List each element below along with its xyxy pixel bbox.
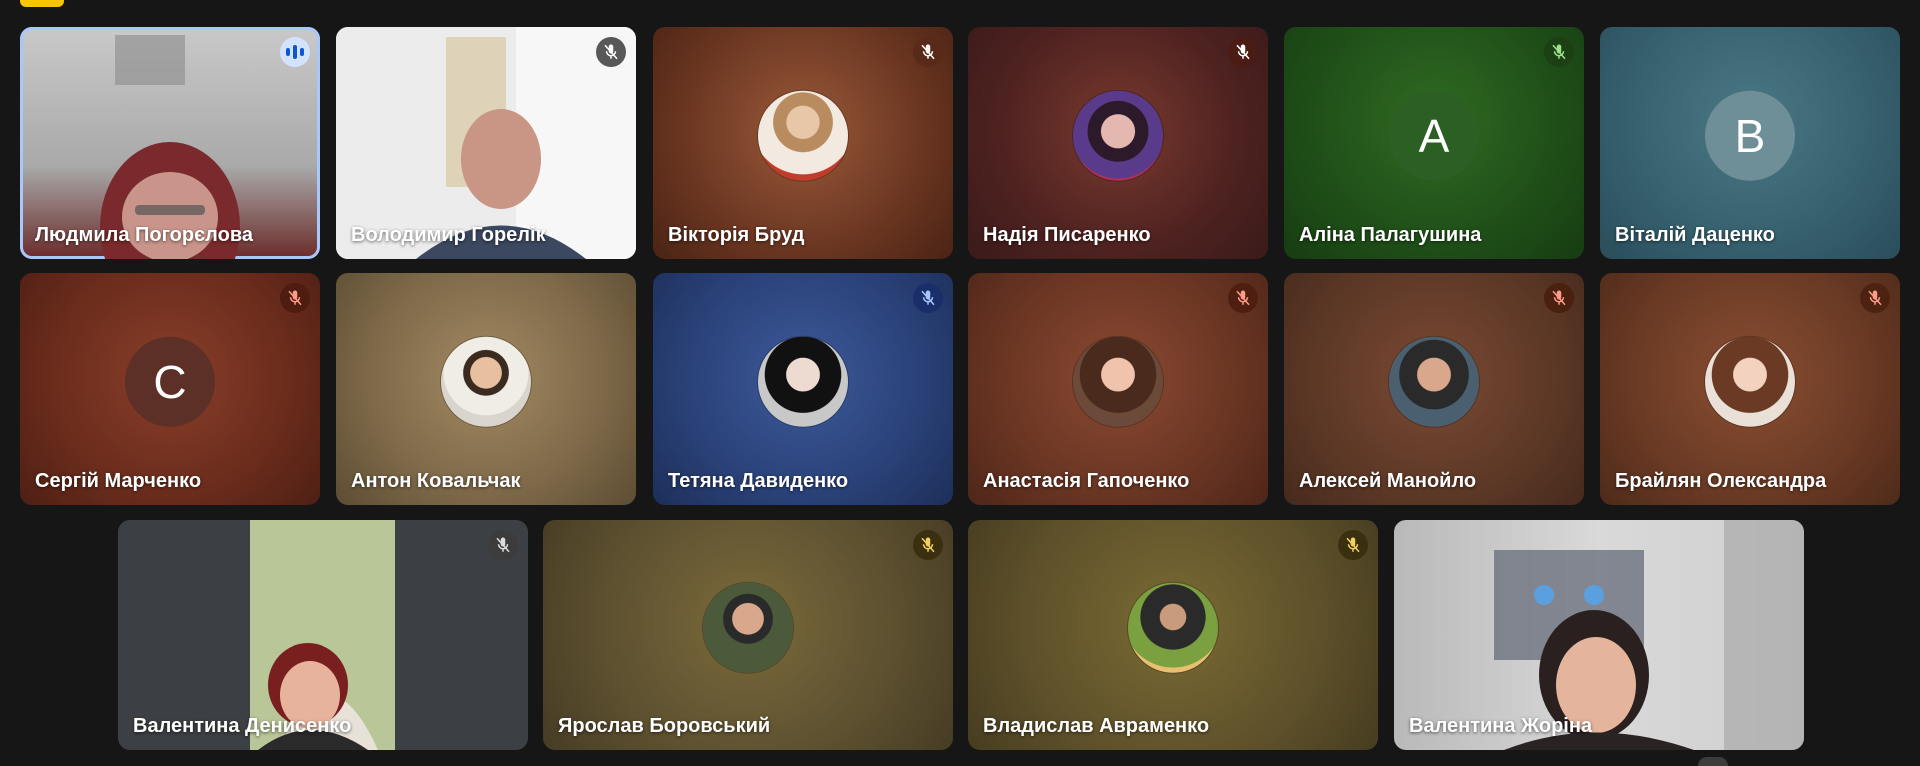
participant-name: Вікторія Бруд bbox=[668, 224, 805, 246]
initial-avatar: С bbox=[125, 336, 215, 427]
meeting-grid: Людмила Погорєлова Володимир Горелік Вік… bbox=[0, 0, 1920, 766]
initial-avatar: А bbox=[1389, 90, 1479, 181]
participant-name: Людмила Погорєлова bbox=[35, 224, 253, 246]
profile-photo-avatar bbox=[1073, 90, 1163, 181]
mic-muted-icon bbox=[1860, 283, 1890, 313]
mic-muted-icon bbox=[596, 37, 626, 67]
profile-photo-avatar bbox=[441, 336, 531, 427]
profile-photo-avatar bbox=[1389, 336, 1479, 427]
more-options-chip[interactable] bbox=[1698, 757, 1728, 766]
mic-muted-icon bbox=[913, 530, 943, 560]
participant-tile[interactable]: Володимир Горелік bbox=[336, 27, 636, 259]
participant-tile[interactable]: Алексей Манойло bbox=[1284, 273, 1584, 505]
participant-name: Владислав Авраменко bbox=[983, 715, 1210, 737]
mic-muted-icon bbox=[913, 283, 943, 313]
participant-name: Анастасія Гапоченко bbox=[983, 470, 1190, 492]
participant-name: Валентина Жоріна bbox=[1409, 715, 1593, 737]
profile-photo-avatar bbox=[1073, 336, 1163, 427]
mic-muted-icon bbox=[1544, 283, 1574, 313]
profile-photo-avatar bbox=[758, 90, 848, 181]
participant-name: Антон Ковальчак bbox=[351, 470, 521, 492]
mic-muted-icon bbox=[1228, 283, 1258, 313]
participant-tile[interactable]: С Сергій Марченко bbox=[20, 273, 320, 505]
participant-tile[interactable]: Людмила Погорєлова bbox=[20, 27, 320, 259]
mic-muted-icon bbox=[1228, 37, 1258, 67]
participant-name: Валентина Денисенко bbox=[133, 715, 352, 737]
speaking-indicator-icon bbox=[280, 37, 310, 67]
participant-tile[interactable]: А Аліна Палагушина bbox=[1284, 27, 1584, 259]
participant-tile[interactable]: Валентина Жоріна bbox=[1394, 520, 1804, 750]
participant-tile[interactable]: Владислав Авраменко bbox=[968, 520, 1378, 750]
participant-tile[interactable]: Анастасія Гапоченко bbox=[968, 273, 1268, 505]
profile-photo-avatar bbox=[758, 336, 848, 427]
mic-muted-icon bbox=[913, 37, 943, 67]
participant-name: Аліна Палагушина bbox=[1299, 224, 1482, 246]
participant-tile[interactable]: Валентина Денисенко bbox=[118, 520, 528, 750]
participant-tile[interactable]: Брайлян Олександра bbox=[1600, 273, 1900, 505]
participant-name: Брайлян Олександра bbox=[1615, 470, 1827, 492]
participant-name: Ярослав Боровський bbox=[558, 715, 771, 737]
profile-photo-avatar bbox=[1128, 582, 1218, 673]
participant-name: Надія Писаренко bbox=[983, 224, 1151, 246]
participant-tile[interactable]: Вікторія Бруд bbox=[653, 27, 953, 259]
mic-muted-icon bbox=[488, 530, 518, 560]
top-indicator-chip[interactable] bbox=[20, 0, 64, 7]
participant-name: Сергій Марченко bbox=[35, 470, 202, 492]
initial-avatar: В bbox=[1705, 90, 1795, 181]
participant-name: Володимир Горелік bbox=[351, 224, 546, 246]
participant-tile[interactable]: Надія Писаренко bbox=[968, 27, 1268, 259]
profile-photo-avatar bbox=[1705, 336, 1795, 427]
participant-tile[interactable]: Тетяна Давиденко bbox=[653, 273, 953, 505]
participant-name: Тетяна Давиденко bbox=[668, 470, 849, 492]
participant-tile[interactable]: Ярослав Боровський bbox=[543, 520, 953, 750]
mic-muted-icon bbox=[1544, 37, 1574, 67]
participant-name: Віталій Даценко bbox=[1615, 224, 1775, 246]
participant-tile[interactable]: Антон Ковальчак bbox=[336, 273, 636, 505]
profile-photo-avatar bbox=[703, 582, 793, 673]
participant-tile[interactable]: В Віталій Даценко bbox=[1600, 27, 1900, 259]
mic-muted-icon bbox=[1338, 530, 1368, 560]
participant-name: Алексей Манойло bbox=[1299, 470, 1477, 492]
mic-muted-icon bbox=[280, 283, 310, 313]
